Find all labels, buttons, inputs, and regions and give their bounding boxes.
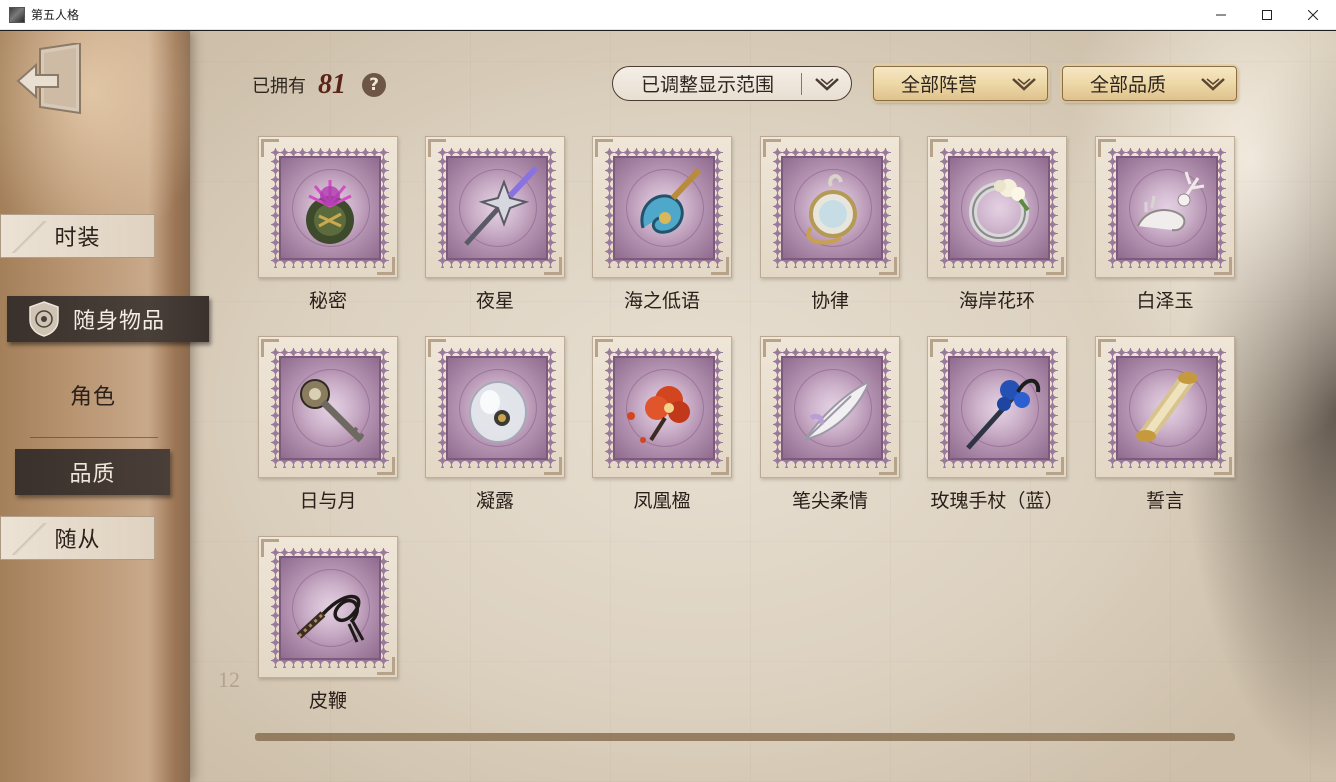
sun-key-icon	[300, 379, 365, 443]
tab-accessory[interactable]: 随身物品	[7, 296, 209, 342]
tab-costume[interactable]: 时装	[0, 214, 155, 258]
item-name: 日与月	[299, 490, 357, 512]
item-name: 协律	[810, 290, 849, 312]
item-name: 玫瑰手杖（蓝）	[930, 490, 1064, 512]
item-name: 誓言	[1145, 490, 1184, 512]
shield-emblem-icon	[29, 301, 59, 337]
owned-counter: 已拥有 81 ?	[252, 69, 386, 101]
item-name: 凤凰楹	[633, 490, 691, 512]
item-card[interactable]: 凤凰楹	[592, 336, 732, 512]
stamp-frame	[592, 336, 732, 478]
stamp-frame	[927, 136, 1067, 278]
item-card[interactable]: 日与月	[258, 336, 398, 512]
item-card[interactable]: 玫瑰手杖（蓝）	[927, 336, 1067, 512]
chevron-down-icon	[1201, 77, 1225, 91]
stamp-frame	[760, 336, 900, 478]
tab-follower-label: 随从	[54, 528, 101, 553]
tab-character-label: 角色	[69, 385, 116, 410]
maximize-button[interactable]	[1244, 0, 1290, 30]
minimize-button[interactable]	[1198, 0, 1244, 30]
stamp-frame	[592, 136, 732, 278]
range-filter-label: 已调整显示范围	[641, 74, 775, 96]
scroll-thumb[interactable]	[255, 733, 1235, 741]
feather-pen-icon	[802, 380, 871, 443]
window-title: 第五人格	[31, 8, 80, 22]
item-name: 笔尖柔情	[791, 490, 868, 512]
help-icon[interactable]: ?	[362, 73, 386, 97]
quality-filter-dropdown[interactable]: 全部品质	[1062, 66, 1237, 101]
stamp-frame	[258, 336, 398, 478]
scroll-track[interactable]	[255, 733, 1235, 741]
tab-accessory-label: 随身物品	[73, 309, 166, 334]
quality-filter-label: 全部品质	[1090, 74, 1167, 96]
item-card[interactable]: 协律	[760, 136, 900, 312]
camp-filter-dropdown[interactable]: 全部阵营	[873, 66, 1048, 101]
tab-follower[interactable]: 随从	[0, 516, 155, 560]
item-name: 海岸花环	[958, 290, 1035, 312]
maximize-icon	[1262, 10, 1272, 20]
whip-icon	[296, 594, 365, 643]
tab-character[interactable]: 角色	[30, 375, 156, 415]
app-icon	[9, 6, 25, 23]
tab-costume-label: 时装	[54, 226, 101, 251]
flower-wreath-icon	[969, 179, 1030, 242]
item-card[interactable]: 夜星	[425, 136, 565, 312]
stamp-frame	[927, 336, 1067, 478]
item-card[interactable]: 誓言	[1095, 336, 1235, 512]
item-card[interactable]: 笔尖柔情	[760, 336, 900, 512]
item-name: 白泽玉	[1136, 290, 1194, 312]
blue-rose-cane-icon	[966, 378, 1041, 450]
dropdown-separator	[801, 72, 802, 95]
chevron-down-icon	[815, 77, 839, 91]
stamp-frame	[258, 536, 398, 678]
scroll-icon	[1136, 372, 1198, 442]
stamp-frame	[1095, 136, 1235, 278]
stamp-frame	[760, 136, 900, 278]
item-name: 皮鞭	[308, 690, 347, 712]
chevron-down-icon	[1012, 77, 1036, 91]
item-card[interactable]: 秘密	[258, 136, 398, 312]
owned-count: 81	[318, 69, 346, 100]
dew-orb-icon	[469, 381, 527, 443]
item-name: 凝露	[475, 490, 514, 512]
item-card[interactable]: 皮鞭	[258, 536, 398, 712]
thistle-icon	[306, 180, 354, 244]
exit-door-icon[interactable]	[14, 43, 86, 119]
camp-filter-label: 全部阵营	[901, 74, 978, 96]
stamp-frame	[258, 136, 398, 278]
star-scepter-icon	[464, 165, 539, 246]
range-filter-dropdown[interactable]: 已调整显示范围	[612, 66, 852, 101]
game-viewport: 时装 随身物品 角色 品质 随从 已拥有 81 ? 已调整显示范围 全部阵营 全…	[0, 31, 1336, 782]
item-name: 秘密	[308, 290, 347, 312]
jade-deer-icon	[1137, 171, 1205, 232]
owned-label: 已拥有	[252, 76, 306, 97]
minimize-icon	[1216, 14, 1226, 16]
phoenix-flower-icon	[627, 386, 690, 443]
stamp-frame	[425, 336, 565, 478]
item-card[interactable]: 凝露	[425, 336, 565, 512]
sidebar-divider	[30, 437, 158, 438]
stamp-frame	[425, 136, 565, 278]
tab-quality[interactable]: 品质	[15, 449, 170, 495]
item-card[interactable]: 白泽玉	[1095, 136, 1235, 312]
background-decor: 12	[218, 667, 240, 692]
window-controls	[1198, 0, 1336, 30]
close-icon	[1308, 10, 1318, 20]
item-name: 海之低语	[623, 290, 700, 312]
window-titlebar: 第五人格	[0, 0, 1336, 30]
pocket-watch-icon	[806, 174, 857, 245]
sea-shell-staff-icon	[640, 167, 702, 234]
close-button[interactable]	[1290, 0, 1336, 30]
item-card[interactable]: 海岸花环	[927, 136, 1067, 312]
item-card[interactable]: 海之低语	[592, 136, 732, 312]
tab-quality-label: 品质	[69, 462, 116, 487]
item-name: 夜星	[475, 290, 514, 312]
stamp-frame	[1095, 336, 1235, 478]
